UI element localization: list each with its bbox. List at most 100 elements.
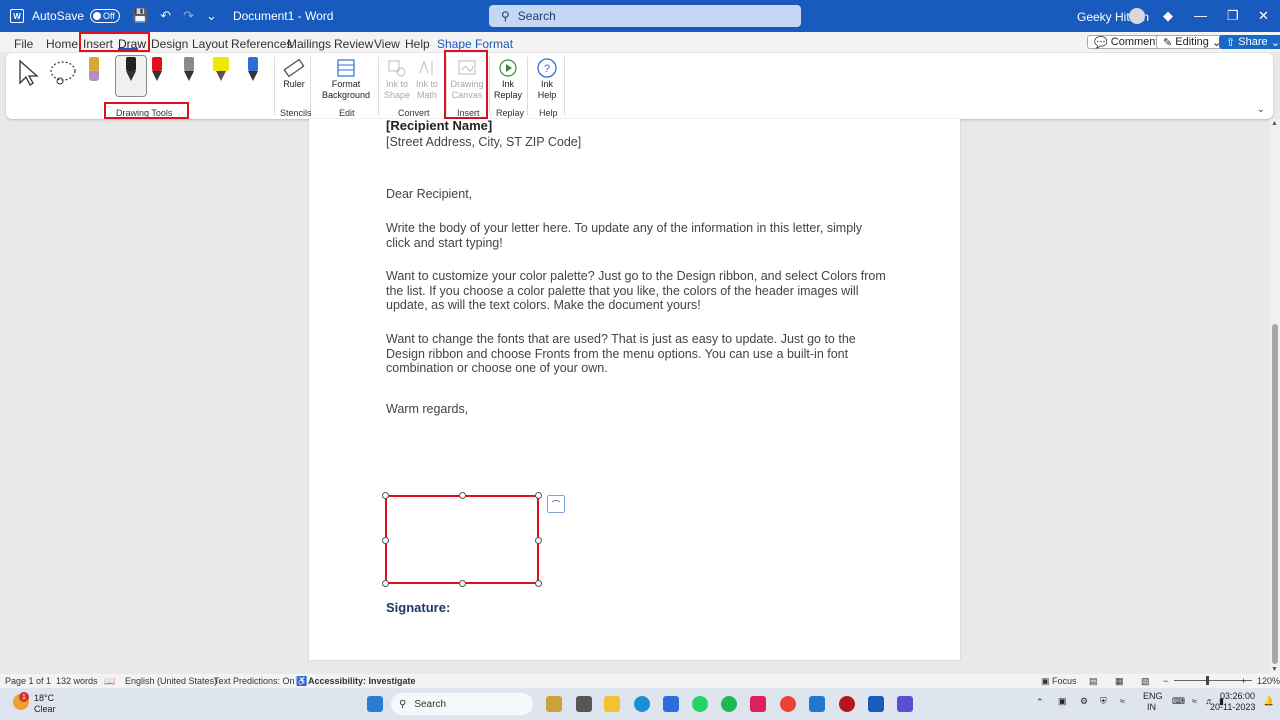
blue-pen-icon[interactable] (241, 57, 265, 87)
network-tray-icon[interactable]: ≈ (1120, 696, 1125, 706)
web-layout-icon[interactable]: ▧ (1141, 676, 1150, 687)
store-icon[interactable] (663, 696, 679, 712)
tab-help[interactable]: Help (405, 37, 430, 51)
share-button[interactable]: ⇧ Share ⌄ (1219, 35, 1280, 49)
slack-icon[interactable] (750, 696, 766, 712)
show-hidden-icons[interactable]: ⌃ (1036, 697, 1044, 708)
drawing-canvas[interactable] (382, 492, 542, 587)
zoom-slider-thumb[interactable] (1206, 676, 1209, 685)
tab-file[interactable]: File (14, 37, 33, 51)
ink-help-button[interactable]: ? Ink Help (534, 57, 560, 101)
ink-to-math-button[interactable]: Ink to Math (413, 57, 441, 101)
search-input[interactable]: ⚲ Search (489, 5, 801, 27)
tray-app-icon[interactable]: ▣ (1058, 696, 1067, 707)
body-paragraph-2[interactable]: Want to customize your color palette? Ju… (386, 269, 886, 313)
layout-options-icon[interactable]: ⌒ (547, 495, 565, 513)
lasso-select-icon[interactable] (48, 59, 78, 87)
task-view-icon[interactable] (576, 696, 592, 712)
word-app-icon[interactable]: W (10, 9, 24, 23)
print-layout-icon[interactable]: ▦ (1115, 676, 1124, 687)
ink-to-shape-button[interactable]: Ink to Shape (383, 57, 411, 101)
language-indicator[interactable]: ENG (1143, 691, 1163, 701)
format-background-button[interactable]: Format Background (317, 57, 375, 101)
gray-pen-icon[interactable] (177, 57, 201, 87)
select-cursor-icon[interactable] (17, 59, 39, 87)
yellow-highlighter-icon[interactable] (209, 57, 233, 87)
word-taskbar-icon[interactable] (868, 696, 884, 712)
scroll-down-icon[interactable]: ▼ (1271, 666, 1278, 673)
resize-handle[interactable] (459, 580, 466, 587)
resize-handle[interactable] (535, 537, 542, 544)
scroll-up-icon[interactable]: ▲ (1271, 120, 1278, 127)
save-icon[interactable]: 💾 (132, 8, 148, 24)
resize-handle[interactable] (382, 492, 389, 499)
weather-temp[interactable]: 18°C (34, 693, 54, 703)
zoom-in-icon[interactable]: + (1241, 676, 1246, 686)
close-icon[interactable]: ✕ (1258, 8, 1269, 24)
resize-handle[interactable] (382, 580, 389, 587)
recipient-name[interactable]: [Recipient Name] (386, 118, 886, 134)
autosave-toggle[interactable]: Off (90, 9, 121, 23)
vscode-icon[interactable] (809, 696, 825, 712)
pencil-tool-icon[interactable] (82, 57, 106, 87)
ruler-button[interactable]: Ruler (281, 57, 307, 90)
resize-handle[interactable] (535, 492, 542, 499)
closing[interactable]: Warm regards, (386, 402, 886, 417)
recipient-address[interactable]: [Street Address, City, ST ZIP Code] (386, 135, 886, 150)
document-page[interactable]: [Recipient Name] [Street Address, City, … (309, 118, 960, 660)
resize-handle[interactable] (382, 537, 389, 544)
accessibility-status[interactable]: Accessibility: Investigate (308, 676, 416, 686)
language[interactable]: English (United States) (125, 676, 217, 686)
chrome-icon[interactable] (780, 696, 796, 712)
clipchamp-icon[interactable] (897, 696, 913, 712)
diamond-icon[interactable]: ◆ (1163, 8, 1173, 24)
tab-layout[interactable]: Layout (192, 37, 228, 51)
focus-mode[interactable]: Focus (1052, 676, 1077, 686)
vertical-scrollbar[interactable]: ▲ ▼ (1270, 119, 1280, 674)
page-count[interactable]: Page 1 of 1 (5, 676, 51, 686)
red-pen-icon[interactable] (145, 57, 169, 87)
settings-tray-icon[interactable]: ⚙ (1080, 696, 1088, 707)
wifi-icon[interactable]: ≈ (1192, 696, 1197, 706)
ribbon-collapse-icon[interactable]: ⌄ (1257, 104, 1265, 115)
salutation[interactable]: Dear Recipient, (386, 187, 886, 202)
customize-quick-access-icon[interactable]: ⌄ (206, 8, 217, 24)
restore-icon[interactable]: ❐ (1227, 8, 1239, 24)
body-paragraph-1[interactable]: Write the body of your letter here. To u… (386, 221, 886, 250)
clock-date[interactable]: 20-11-2023 (1210, 702, 1255, 712)
word-count[interactable]: 132 words (56, 676, 98, 686)
start-icon[interactable] (367, 696, 383, 712)
notifications-icon[interactable]: 🔔 (1263, 696, 1274, 707)
body-paragraph-3[interactable]: Want to change the fonts that are used? … (386, 332, 886, 376)
resize-handle[interactable] (535, 580, 542, 587)
black-pen-icon[interactable] (119, 57, 143, 87)
resize-handle[interactable] (459, 492, 466, 499)
tab-references[interactable]: References (231, 37, 292, 51)
shield-icon[interactable]: ⛨ (1100, 696, 1107, 707)
keyboard-icon[interactable]: ⌨ (1172, 696, 1185, 707)
tab-review[interactable]: Review (334, 37, 373, 51)
clock-time[interactable]: 03:26:00 (1220, 691, 1255, 701)
weather-desc[interactable]: Clear (34, 704, 56, 714)
spotify-icon[interactable] (721, 696, 737, 712)
tab-shape-format[interactable]: Shape Format (437, 37, 513, 51)
scrollbar-thumb[interactable] (1272, 324, 1278, 664)
minimize-icon[interactable]: — (1194, 8, 1207, 23)
undo-icon[interactable]: ↶ (160, 8, 171, 24)
tab-design[interactable]: Design (151, 37, 188, 51)
tab-home[interactable]: Home (46, 37, 78, 51)
text-predictions[interactable]: Text Predictions: On (214, 676, 295, 686)
redo-icon[interactable]: ↷ (183, 8, 194, 24)
avatar[interactable] (1129, 8, 1145, 24)
taskbar-search[interactable]: ⚲ Search (391, 693, 533, 715)
zoom-level[interactable]: 120% (1257, 676, 1280, 686)
davinci-resolve-icon[interactable] (839, 696, 855, 712)
read-mode-icon[interactable]: ▤ (1089, 676, 1098, 687)
ink-replay-button[interactable]: Ink Replay (494, 57, 522, 101)
whatsapp-icon[interactable] (692, 696, 708, 712)
tab-mailings[interactable]: Mailings (287, 37, 331, 51)
file-explorer-icon[interactable] (604, 696, 620, 712)
editing-button[interactable]: ✎ Editing ⌄ (1156, 35, 1229, 49)
copilot-icon[interactable] (546, 696, 562, 712)
proofing-icon[interactable]: 📖 (104, 676, 115, 687)
